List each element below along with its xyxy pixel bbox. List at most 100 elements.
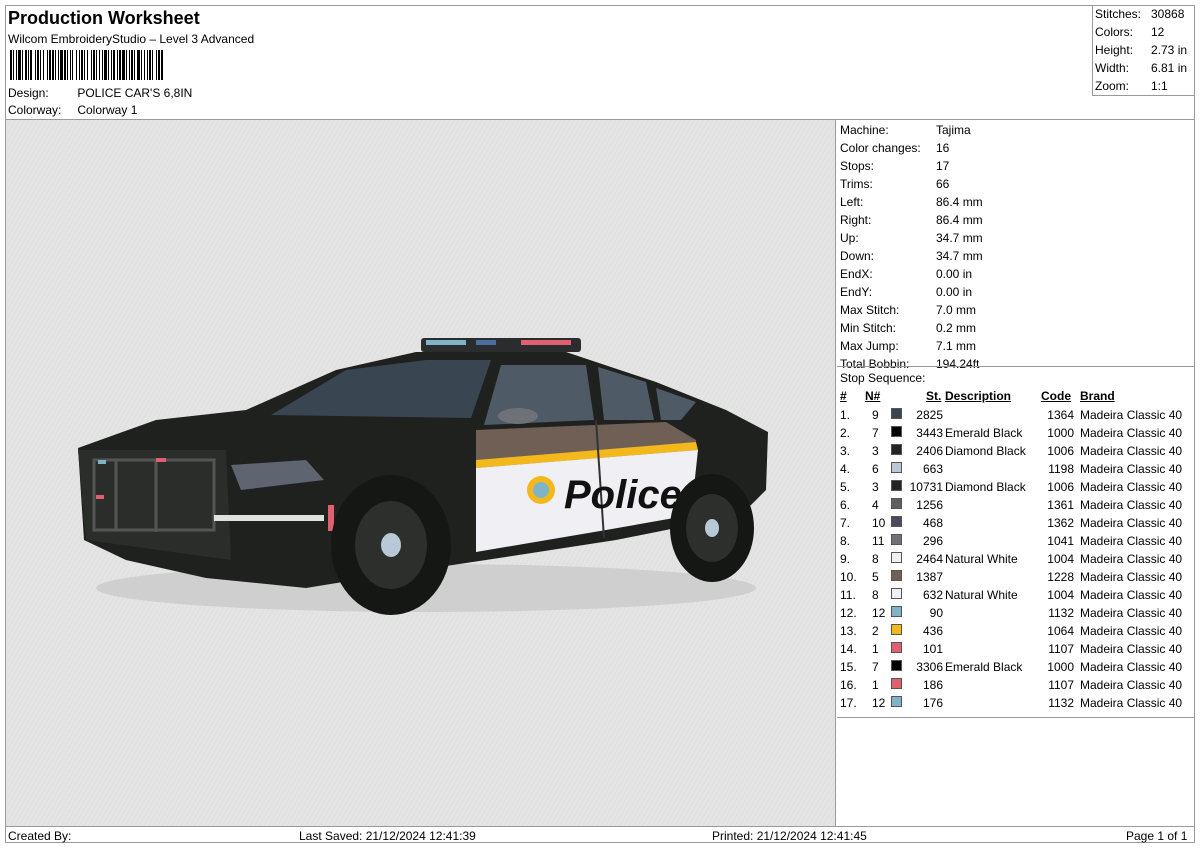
- width-value: 6.81 in: [1151, 61, 1188, 75]
- stop-index: 5.: [840, 480, 851, 494]
- stop-code: 1064: [1047, 624, 1074, 638]
- table-row: 1. 9 2825 1364 Madeira Classic 40: [837, 408, 1194, 426]
- stop-brand: Madeira Classic 40: [1080, 480, 1183, 494]
- stop-stitches: 296: [922, 534, 943, 548]
- stop-brand: Madeira Classic 40: [1080, 660, 1183, 674]
- worksheet-header: Production Worksheet Wilcom EmbroiderySt…: [6, 6, 1092, 119]
- stop-needle: 8: [872, 552, 879, 566]
- created-by: Created By:: [8, 829, 72, 843]
- stop-code: 1004: [1047, 552, 1074, 566]
- stop-brand: Madeira Classic 40: [1080, 606, 1183, 620]
- machine-info-label: Up:: [840, 231, 859, 245]
- stop-needle: 9: [872, 408, 879, 422]
- stop-index: 17.: [840, 696, 857, 710]
- stop-code: 1000: [1047, 426, 1074, 440]
- machine-info-value: 0.00 in: [936, 267, 973, 281]
- height-value: 2.73 in: [1151, 43, 1188, 57]
- table-row: 14. 1 101 1107 Madeira Classic 40: [837, 642, 1194, 660]
- machine-info-row: Down: 34.7 mm: [840, 249, 983, 263]
- stop-sequence-divider: [837, 366, 1194, 367]
- color-swatch: [891, 552, 902, 563]
- color-swatch: [891, 588, 902, 599]
- machine-info-value: 86.4 mm: [936, 213, 983, 227]
- table-row: 9. 8 2464 Natural White 1004 Madeira Classic …: [837, 552, 1194, 570]
- stop-brand: Madeira Classic 40: [1080, 552, 1183, 566]
- stop-needle: 10: [872, 516, 886, 530]
- stop-stitches: 10731: [909, 480, 943, 494]
- stop-brand: Madeira Classic 40: [1080, 624, 1183, 638]
- stop-index: 13.: [840, 624, 857, 638]
- stop-index: 16.: [840, 678, 857, 692]
- machine-info-row: Up: 34.7 mm: [840, 231, 983, 245]
- table-row: 17. 12 176 1132 Madeira Classic 40: [837, 696, 1194, 714]
- machine-info-value: 34.7 mm: [936, 231, 983, 245]
- machine-info-value: 17: [936, 159, 950, 173]
- stop-description: Diamond Black: [945, 480, 1026, 494]
- machine-info-label: Trims:: [840, 177, 873, 191]
- machine-info-label: Down:: [840, 249, 875, 263]
- machine-info-label: Total Bobbin:: [840, 357, 910, 371]
- stop-needle: 6: [872, 462, 879, 476]
- door-police-text: Police: [564, 473, 682, 517]
- stop-stitches: 101: [922, 642, 943, 656]
- stop-needle: 12: [872, 606, 886, 620]
- stop-brand: Madeira Classic 40: [1080, 642, 1183, 656]
- machine-info-label: Left:: [840, 195, 864, 209]
- stop-brand: Madeira Classic 40: [1080, 426, 1183, 440]
- color-swatch: [891, 660, 902, 671]
- machine-info-label: Machine:: [840, 123, 889, 137]
- stop-stitches: 186: [922, 678, 943, 692]
- stop-code: 1228: [1047, 570, 1074, 584]
- summary-height: Height: 2.73 in: [1095, 43, 1187, 57]
- stop-brand: Madeira Classic 40: [1080, 516, 1183, 530]
- stop-stitches: 2464: [916, 552, 943, 566]
- stop-stitches: 468: [922, 516, 943, 530]
- stitches-value: 30868: [1151, 7, 1185, 21]
- col-header-index: #: [840, 389, 847, 403]
- stop-code: 1362: [1047, 516, 1074, 530]
- stop-description: Emerald Black: [945, 660, 1023, 674]
- stop-index: 4.: [840, 462, 851, 476]
- design-preview: Police: [6, 120, 836, 826]
- stop-code: 1000: [1047, 660, 1074, 674]
- machine-info-row: Min Stitch: 0.2 mm: [840, 321, 976, 335]
- stop-code: 1132: [1048, 606, 1074, 620]
- stop-code: 1107: [1048, 678, 1074, 692]
- table-row: 6. 4 1256 1361 Madeira Classic 40: [837, 498, 1194, 516]
- stop-index: 12.: [840, 606, 857, 620]
- stop-brand: Madeira Classic 40: [1080, 408, 1183, 422]
- stop-stitches: 176: [922, 696, 943, 710]
- color-swatch: [891, 516, 902, 527]
- stop-code: 1132: [1048, 696, 1074, 710]
- stop-stitches: 663: [922, 462, 943, 476]
- stop-index: 3.: [840, 444, 851, 458]
- machine-info-label: Stops:: [840, 159, 875, 173]
- stop-stitches: 436: [922, 624, 943, 638]
- color-swatch: [891, 570, 902, 581]
- stop-needle: 12: [872, 696, 886, 710]
- table-row: 7. 10 468 1362 Madeira Classic 40: [837, 516, 1194, 534]
- stop-sequence-title: Stop Sequence:: [840, 371, 926, 385]
- machine-info-label: Min Stitch:: [840, 321, 897, 335]
- stop-needle: 1: [872, 642, 879, 656]
- colorway-value: Colorway 1: [77, 103, 138, 117]
- color-swatch: [891, 462, 902, 473]
- machine-info-value: 66: [936, 177, 950, 191]
- stop-index: 9.: [840, 552, 851, 566]
- machine-info-row: EndY: 0.00 in: [840, 285, 972, 299]
- machine-info-row: Right: 86.4 mm: [840, 213, 983, 227]
- stop-code: 1364: [1047, 408, 1074, 422]
- machine-info-value: 0.00 in: [936, 285, 973, 299]
- stop-index: 10.: [840, 570, 857, 584]
- stop-description: Diamond Black: [945, 444, 1026, 458]
- stop-code: 1107: [1048, 642, 1074, 656]
- stop-index: 2.: [840, 426, 851, 440]
- table-row: 11. 8 632 Natural White 1004 Madeira Classic …: [837, 588, 1194, 606]
- colorway-row: Colorway: Colorway 1: [8, 103, 137, 117]
- height-label: Height:: [1095, 43, 1134, 57]
- colors-label: Colors:: [1095, 25, 1134, 39]
- color-swatch: [891, 480, 902, 491]
- machine-info-value: 34.7 mm: [936, 249, 983, 263]
- machine-info-value: 7.0 mm: [936, 303, 977, 317]
- table-row: 5. 3 10731 Diamond Black 1006 Madeira Classic…: [837, 480, 1194, 498]
